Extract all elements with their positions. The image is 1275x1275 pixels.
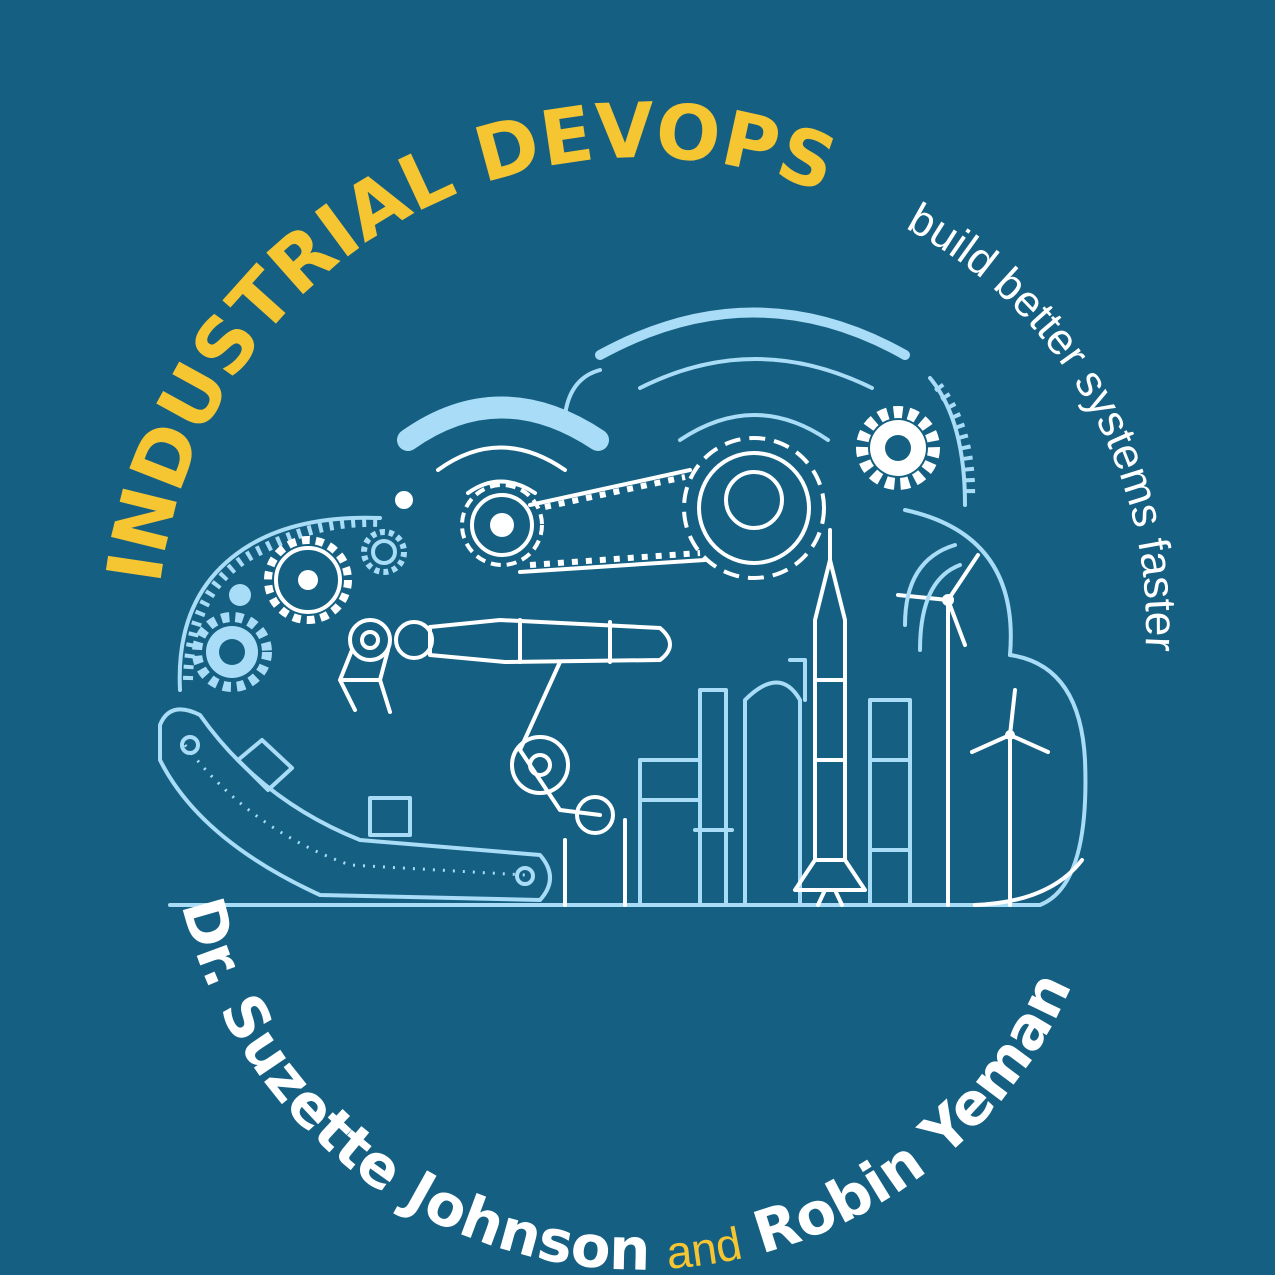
rocket-icon [793, 528, 867, 907]
chain-belt-icon [518, 468, 707, 574]
cover-artwork: INDUSTRIAL DEVOPS build better systems f… [90, 86, 1186, 1275]
author-1: Dr. Suzette Johnson [168, 890, 651, 1275]
refinery-tower-icon [638, 688, 912, 907]
book-title: INDUSTRIAL DEVOPS [90, 86, 848, 588]
author-line: Dr. Suzette Johnson and Robin Yeman [168, 890, 1085, 1275]
conveyor-belt-icon [158, 707, 552, 902]
wind-turbine-icon [896, 543, 1050, 907]
gear-icon [192, 406, 940, 692]
box-icon [236, 738, 412, 837]
robotic-arm-icon [338, 618, 672, 907]
book-cover: INDUSTRIAL DEVOPS build better systems f… [0, 0, 1275, 1275]
wifi-signal-icon [397, 307, 910, 495]
storage-tank-icon [743, 658, 807, 907]
author-conjunction: and [664, 1217, 746, 1275]
author-2: Robin Yeman [745, 962, 1085, 1267]
book-tagline: build better systems faster [900, 194, 1185, 653]
